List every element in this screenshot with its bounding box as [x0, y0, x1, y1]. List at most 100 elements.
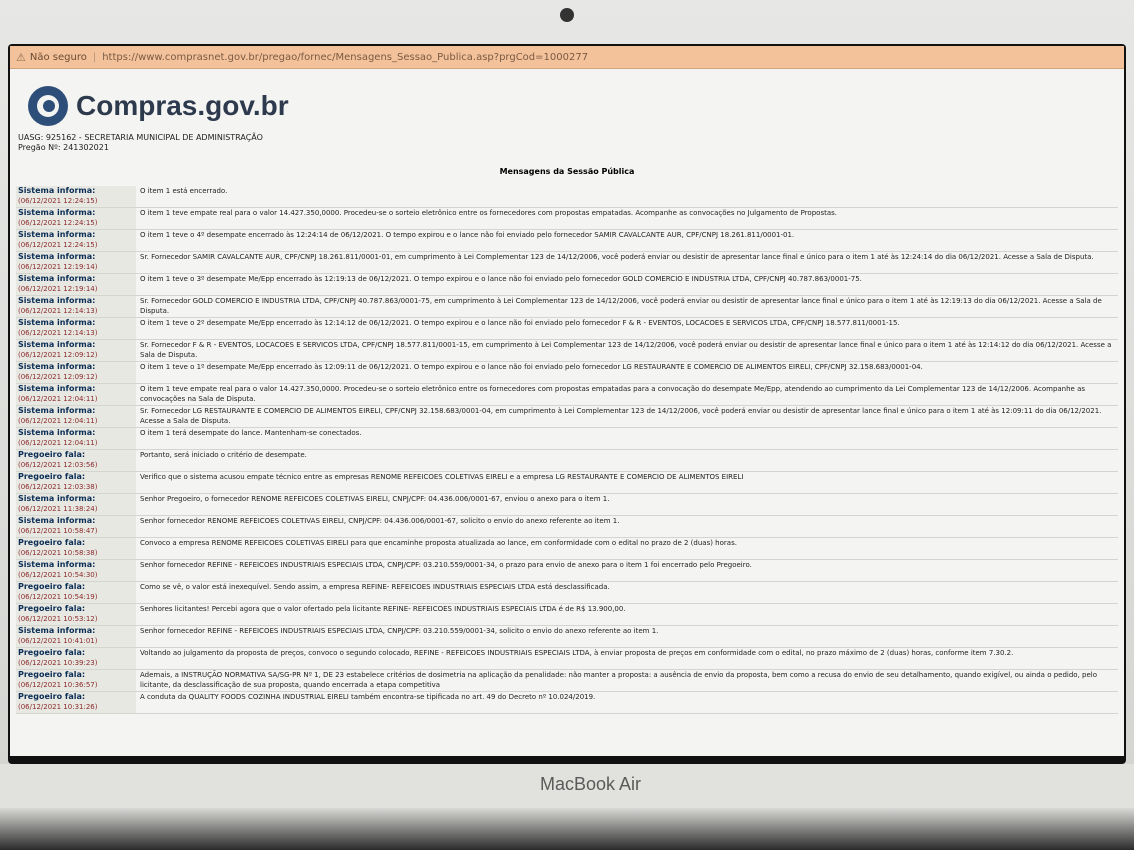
laptop-body: ⚠ Não seguro | https://www.comprasnet.go… [0, 0, 1134, 850]
message-time: (06/12/2021 12:24:15) [18, 219, 98, 227]
message-sender: Sistema informa: (06/12/2021 12:24:15) [16, 208, 136, 229]
message-text: Sr. Fornecedor SAMIR CAVALCANTE AUR, CPF… [140, 253, 1094, 261]
message-sender: Pregoeiro fala: (06/12/2021 10:36:57) [16, 670, 136, 691]
message-time: (06/12/2021 12:19:14) [18, 263, 98, 271]
warning-icon: ⚠ [16, 50, 26, 64]
message-sender: Sistema informa: (06/12/2021 10:41:01) [16, 626, 136, 647]
sender-name: Pregoeiro fala: [18, 670, 86, 679]
message-row: Sistema informa: (06/12/2021 12:04:11) O i… [16, 384, 1118, 406]
laptop-hinge [0, 808, 1134, 850]
message-time: (06/12/2021 10:54:30) [18, 571, 98, 579]
camera-icon [560, 8, 574, 22]
message-row: Sistema informa: (06/12/2021 11:38:24) Sen… [16, 494, 1118, 516]
message-text: O item 1 terá desempate do lance. Manten… [140, 429, 362, 437]
message-time: (06/12/2021 12:04:11) [18, 439, 98, 447]
message-text: O item 1 teve o 3º desempate Me/Epp ence… [140, 275, 862, 283]
message-text: Ademais, a INSTRUÇÃO NORMATIVA SA/SG-PR … [140, 671, 1098, 689]
header-meta: UASG: 925162 - SECRETARIA MUNICIPAL DE A… [10, 131, 1124, 153]
message-text: O item 1 teve empate real para o valor 1… [140, 209, 837, 217]
message-time: (06/12/2021 12:03:56) [18, 461, 98, 469]
message-row: Pregoeiro fala: (06/12/2021 12:03:56) Port… [16, 450, 1118, 472]
message-time: (06/12/2021 10:53:12) [18, 615, 98, 623]
message-row: Sistema informa: (06/12/2021 12:19:14) Sr.… [16, 252, 1118, 274]
sender-name: Sistema informa: [18, 296, 96, 305]
message-time: (06/12/2021 10:58:47) [18, 527, 98, 535]
sender-name: Sistema informa: [18, 252, 96, 261]
sender-name: Sistema informa: [18, 208, 96, 217]
sender-name: Pregoeiro fala: [18, 538, 86, 547]
message-row: Pregoeiro fala: (06/12/2021 12:03:38) Veri… [16, 472, 1118, 494]
uasg-line: UASG: 925162 - SECRETARIA MUNICIPAL DE A… [18, 133, 263, 142]
message-text: Verifico que o sistema acusou empate téc… [140, 473, 744, 481]
message-text: Sr. Fornecedor GOLD COMERCIO E INDUSTRIA… [140, 297, 1102, 315]
message-row: Sistema informa: (06/12/2021 12:04:11) O i… [16, 428, 1118, 450]
message-sender: Sistema informa: (06/12/2021 12:19:14) [16, 252, 136, 273]
message-time: (06/12/2021 12:09:12) [18, 373, 98, 381]
message-text: Portanto, será iniciado o critério de de… [140, 451, 307, 459]
message-row: Pregoeiro fala: (06/12/2021 10:53:12) Senh… [16, 604, 1118, 626]
message-text: Sr. Fornecedor F & R - EVENTOS, LOCACOES… [140, 341, 1112, 359]
sender-name: Pregoeiro fala: [18, 582, 86, 591]
message-sender: Pregoeiro fala: (06/12/2021 10:58:38) [16, 538, 136, 559]
message-text: O item 1 teve o 4º desempate encerrado à… [140, 231, 795, 239]
message-sender: Sistema informa: (06/12/2021 11:38:24) [16, 494, 136, 515]
sender-name: Pregoeiro fala: [18, 450, 86, 459]
message-sender: Pregoeiro fala: (06/12/2021 10:54:19) [16, 582, 136, 603]
device-brand: MacBook Air [540, 774, 642, 794]
message-sender: Pregoeiro fala: (06/12/2021 10:39:23) [16, 648, 136, 669]
message-time: (06/12/2021 12:04:11) [18, 395, 98, 403]
message-time: (06/12/2021 12:09:12) [18, 351, 98, 359]
message-text: Senhor fornecedor REFINE - REFEICOES IND… [140, 627, 659, 635]
url-text[interactable]: https://www.comprasnet.gov.br/pregao/for… [102, 52, 588, 63]
address-bar[interactable]: ⚠ Não seguro | https://www.comprasnet.go… [10, 46, 1124, 69]
message-text: O item 1 está encerrado. [140, 187, 228, 195]
site-logo[interactable]: Compras.gov.br [10, 69, 1124, 131]
message-text: O item 1 teve o 2º desempate Me/Epp ence… [140, 319, 900, 327]
message-row: Pregoeiro fala: (06/12/2021 10:31:26) A co… [16, 692, 1118, 714]
sender-name: Sistema informa: [18, 186, 96, 195]
message-time: (06/12/2021 12:19:14) [18, 285, 98, 293]
message-sender: Sistema informa: (06/12/2021 10:54:30) [16, 560, 136, 581]
message-text: Sr. Fornecedor LG RESTAURANTE E COMERCIO… [140, 407, 1102, 425]
message-row: Sistema informa: (06/12/2021 12:09:12) O i… [16, 362, 1118, 384]
message-sender: Sistema informa: (06/12/2021 12:14:13) [16, 318, 136, 339]
message-row: Sistema informa: (06/12/2021 12:09:12) Sr.… [16, 340, 1118, 362]
message-sender: Pregoeiro fala: (06/12/2021 12:03:56) [16, 450, 136, 471]
browser-window: ⚠ Não seguro | https://www.comprasnet.go… [10, 46, 1124, 756]
message-text: Como se vê, o valor está inexequível. Se… [140, 583, 610, 591]
message-time: (06/12/2021 10:31:26) [18, 703, 98, 711]
message-time: (06/12/2021 10:36:57) [18, 681, 98, 689]
message-time: (06/12/2021 12:24:15) [18, 241, 98, 249]
logo-text: Compras.gov.br [76, 90, 289, 121]
sender-name: Sistema informa: [18, 318, 96, 327]
message-row: Sistema informa: (06/12/2021 12:24:15) O i… [16, 208, 1118, 230]
message-row: Sistema informa: (06/12/2021 12:14:13) O i… [16, 318, 1118, 340]
sender-name: Pregoeiro fala: [18, 604, 86, 613]
message-row: Sistema informa: (06/12/2021 12:14:13) Sr.… [16, 296, 1118, 318]
security-label[interactable]: Não seguro [30, 52, 87, 63]
message-row: Sistema informa: (06/12/2021 10:58:47) Sen… [16, 516, 1118, 538]
message-text: Senhor Pregoeiro, o fornecedor RENOME RE… [140, 495, 610, 503]
message-sender: Sistema informa: (06/12/2021 12:09:12) [16, 362, 136, 383]
message-text: Senhor fornecedor REFINE - REFEICOES IND… [140, 561, 752, 569]
pregao-line: Pregão Nº: 241302021 [18, 143, 109, 152]
separator: | [92, 51, 97, 63]
message-text: A conduta da QUALITY FOODS COZINHA INDUS… [140, 693, 596, 701]
message-row: Sistema informa: (06/12/2021 12:19:14) O i… [16, 274, 1118, 296]
sender-name: Sistema informa: [18, 626, 96, 635]
message-row: Sistema informa: (06/12/2021 10:41:01) Sen… [16, 626, 1118, 648]
message-sender: Sistema informa: (06/12/2021 12:24:15) [16, 186, 136, 207]
sender-name: Sistema informa: [18, 384, 96, 393]
sender-name: Pregoeiro fala: [18, 472, 86, 481]
message-row: Sistema informa: (06/12/2021 12:24:15) O i… [16, 230, 1118, 252]
sender-name: Pregoeiro fala: [18, 648, 86, 657]
message-time: (06/12/2021 12:04:11) [18, 417, 98, 425]
sender-name: Sistema informa: [18, 494, 96, 503]
message-sender: Sistema informa: (06/12/2021 12:09:12) [16, 340, 136, 361]
message-time: (06/12/2021 12:14:13) [18, 307, 98, 315]
message-time: (06/12/2021 12:24:15) [18, 197, 98, 205]
message-row: Pregoeiro fala: (06/12/2021 10:58:38) Conv… [16, 538, 1118, 560]
message-sender: Pregoeiro fala: (06/12/2021 12:03:38) [16, 472, 136, 493]
sender-name: Sistema informa: [18, 406, 96, 415]
page-title: Mensagens da Sessão Pública [499, 167, 635, 176]
